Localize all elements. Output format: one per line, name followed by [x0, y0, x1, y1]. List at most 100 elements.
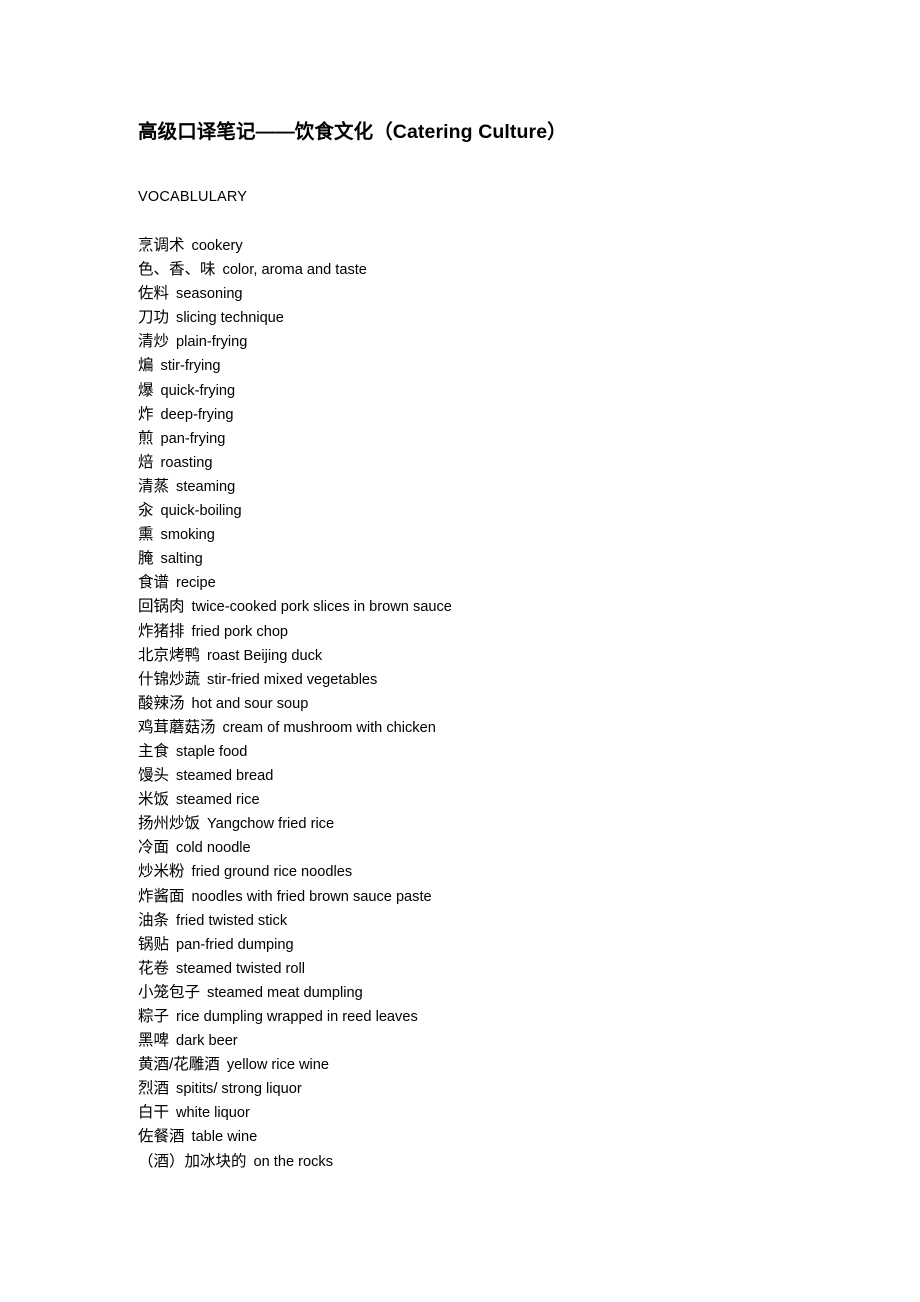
- vocabulary-term: 佐料: [138, 285, 170, 303]
- document-body: 高级口译笔记——饮食文化（Catering Culture） VOCABLULA…: [138, 118, 838, 1174]
- vocabulary-term: 炸酱面: [138, 887, 185, 905]
- vocabulary-gloss: steaming: [176, 478, 236, 495]
- vocabulary-term: 扬州炒饭: [138, 815, 201, 833]
- vocabulary-entry: 熏 smoking: [138, 523, 838, 547]
- vocabulary-term: 炸: [138, 405, 154, 423]
- vocabulary-gloss: roasting: [160, 454, 213, 471]
- vocabulary-entry: 花卷 steamed twisted roll: [138, 957, 838, 981]
- vocabulary-entry: 佐料 seasoning: [138, 282, 838, 306]
- vocabulary-gloss: twice-cooked pork slices in brown sauce: [191, 599, 452, 616]
- vocabulary-entry: 白干 white liquor: [138, 1101, 838, 1125]
- vocabulary-term: 黄酒/花雕酒: [138, 1056, 220, 1074]
- vocabulary-entry: 油条 fried twisted stick: [138, 909, 838, 933]
- vocabulary-entry: 扬州炒饭 Yangchow fried rice: [138, 812, 838, 836]
- vocabulary-term: 食谱: [138, 574, 170, 592]
- vocabulary-term: 鸡茸蘑菇汤: [138, 718, 216, 736]
- vocabulary-entry: 黑啤 dark beer: [138, 1029, 838, 1053]
- vocabulary-entry: 焙 roasting: [138, 451, 838, 475]
- vocabulary-entry: （酒）加冰块的 on the rocks: [138, 1150, 838, 1174]
- vocabulary-gloss: pan-fried dumping: [176, 936, 294, 953]
- vocabulary-entry: 佐餐酒 table wine: [138, 1125, 838, 1149]
- vocabulary-entry: 锅贴 pan-fried dumping: [138, 933, 838, 957]
- vocabulary-term: 炸猪排: [138, 622, 185, 640]
- vocabulary-term: 刀功: [138, 309, 170, 327]
- vocabulary-gloss: quick-boiling: [160, 503, 242, 520]
- vocabulary-gloss: fried pork chop: [191, 623, 289, 640]
- vocabulary-entry: 烈酒 spitits/ strong liquor: [138, 1077, 838, 1101]
- vocabulary-entry: 鸡茸蘑菇汤 cream of mushroom with chicken: [138, 716, 838, 740]
- vocabulary-gloss: white liquor: [176, 1105, 250, 1122]
- vocabulary-term: 酸辣汤: [138, 694, 185, 712]
- vocabulary-entry: 小笼包子 steamed meat dumpling: [138, 981, 838, 1005]
- vocabulary-entry: 爆 quick-frying: [138, 379, 838, 403]
- vocabulary-term: 色、香、味: [138, 261, 216, 279]
- vocabulary-gloss: smoking: [160, 527, 215, 544]
- vocabulary-entry: 炸 deep-frying: [138, 403, 838, 427]
- vocabulary-gloss: noodles with fried brown sauce paste: [191, 888, 432, 905]
- vocabulary-gloss: steamed rice: [176, 792, 260, 809]
- vocabulary-gloss: spitits/ strong liquor: [176, 1081, 302, 1098]
- vocabulary-gloss: stir-frying: [160, 358, 221, 375]
- vocabulary-entry: 酸辣汤 hot and sour soup: [138, 692, 838, 716]
- vocabulary-gloss: dark beer: [176, 1033, 238, 1050]
- vocabulary-gloss: cream of mushroom with chicken: [222, 719, 436, 736]
- vocabulary-term: 烹调术: [138, 237, 185, 254]
- vocabulary-term: 清炒: [138, 333, 170, 351]
- vocabulary-term: 汆: [138, 502, 154, 520]
- vocabulary-gloss: cold noodle: [176, 840, 251, 857]
- vocabulary-gloss: recipe: [176, 575, 216, 592]
- vocabulary-entry: 清蒸 steaming: [138, 475, 838, 499]
- vocabulary-term: 爆: [138, 381, 154, 399]
- document-page: 高级口译笔记——饮食文化（Catering Culture） VOCABLULA…: [0, 0, 920, 1302]
- vocabulary-gloss: rice dumpling wrapped in reed leaves: [176, 1009, 418, 1025]
- vocabulary-term: 小笼包子: [138, 983, 201, 1001]
- vocabulary-gloss: staple food: [176, 743, 248, 760]
- page-title: 高级口译笔记——饮食文化（Catering Culture）: [138, 121, 567, 143]
- vocabulary-gloss: Yangchow fried rice: [207, 816, 335, 833]
- vocabulary-entry: 炒米粉 fried ground rice noodles: [138, 860, 838, 884]
- vocabulary-term: 煸: [138, 357, 154, 375]
- vocabulary-entry: 冷面 cold noodle: [138, 836, 838, 860]
- vocabulary-term: 粽子: [138, 1008, 170, 1025]
- vocabulary-entry: 馒头 steamed bread: [138, 764, 838, 788]
- vocabulary-term: 佐餐酒: [138, 1128, 185, 1146]
- vocabulary-entry: 什锦炒蔬 stir-fried mixed vegetables: [138, 668, 838, 692]
- vocabulary-term: 米饭: [138, 791, 170, 809]
- vocabulary-entry: 主食 staple food: [138, 740, 838, 764]
- vocabulary-gloss: yellow rice wine: [226, 1057, 330, 1074]
- vocabulary-gloss: slicing technique: [176, 310, 284, 327]
- vocabulary-entry: 煎 pan-frying: [138, 427, 838, 451]
- section-heading-vocabulary: VOCABLULARY: [138, 189, 248, 205]
- vocabulary-term: 什锦炒蔬: [138, 670, 201, 688]
- vocabulary-gloss: on the rocks: [253, 1153, 334, 1170]
- vocabulary-gloss: fried ground rice noodles: [191, 864, 353, 881]
- vocabulary-entry: 腌 salting: [138, 547, 838, 571]
- vocabulary-gloss: plain-frying: [176, 334, 248, 351]
- vocabulary-gloss: table wine: [191, 1129, 258, 1146]
- vocabulary-gloss: hot and sour soup: [191, 695, 309, 712]
- vocabulary-entry: 粽子 rice dumpling wrapped in reed leaves: [138, 1005, 838, 1029]
- vocabulary-term: 花卷: [138, 959, 170, 977]
- vocabulary-term: 锅贴: [138, 935, 170, 953]
- vocabulary-gloss: cookery: [191, 238, 243, 254]
- vocabulary-gloss: seasoning: [176, 286, 243, 303]
- vocabulary-gloss: quick-frying: [160, 382, 236, 399]
- vocabulary-entry: 黄酒/花雕酒 yellow rice wine: [138, 1053, 838, 1077]
- vocabulary-term: 腌: [138, 550, 154, 568]
- vocabulary-term: 馒头: [138, 767, 170, 785]
- vocabulary-gloss: deep-frying: [160, 406, 234, 423]
- vocabulary-entry: 汆 quick-boiling: [138, 499, 838, 523]
- vocabulary-entry: 煸 stir-frying: [138, 354, 838, 378]
- vocabulary-gloss: stir-fried mixed vegetables: [207, 671, 378, 688]
- vocabulary-gloss: steamed twisted roll: [176, 960, 305, 977]
- vocabulary-gloss: salting: [160, 551, 203, 568]
- vocabulary-entry: 清炒 plain-frying: [138, 330, 838, 354]
- vocabulary-entry: 刀功 slicing technique: [138, 306, 838, 330]
- vocabulary-gloss: steamed bread: [176, 768, 274, 785]
- vocabulary-term: 熏: [138, 526, 154, 544]
- vocabulary-gloss: roast Beijing duck: [207, 647, 323, 664]
- vocabulary-gloss: steamed meat dumpling: [207, 984, 363, 1001]
- vocabulary-term: 焙: [138, 453, 154, 471]
- vocabulary-list: 烹调术 cookery 色、香、味 color, aroma and taste 佐料 s…: [138, 208, 838, 1174]
- vocabulary-term: 烈酒: [138, 1080, 170, 1098]
